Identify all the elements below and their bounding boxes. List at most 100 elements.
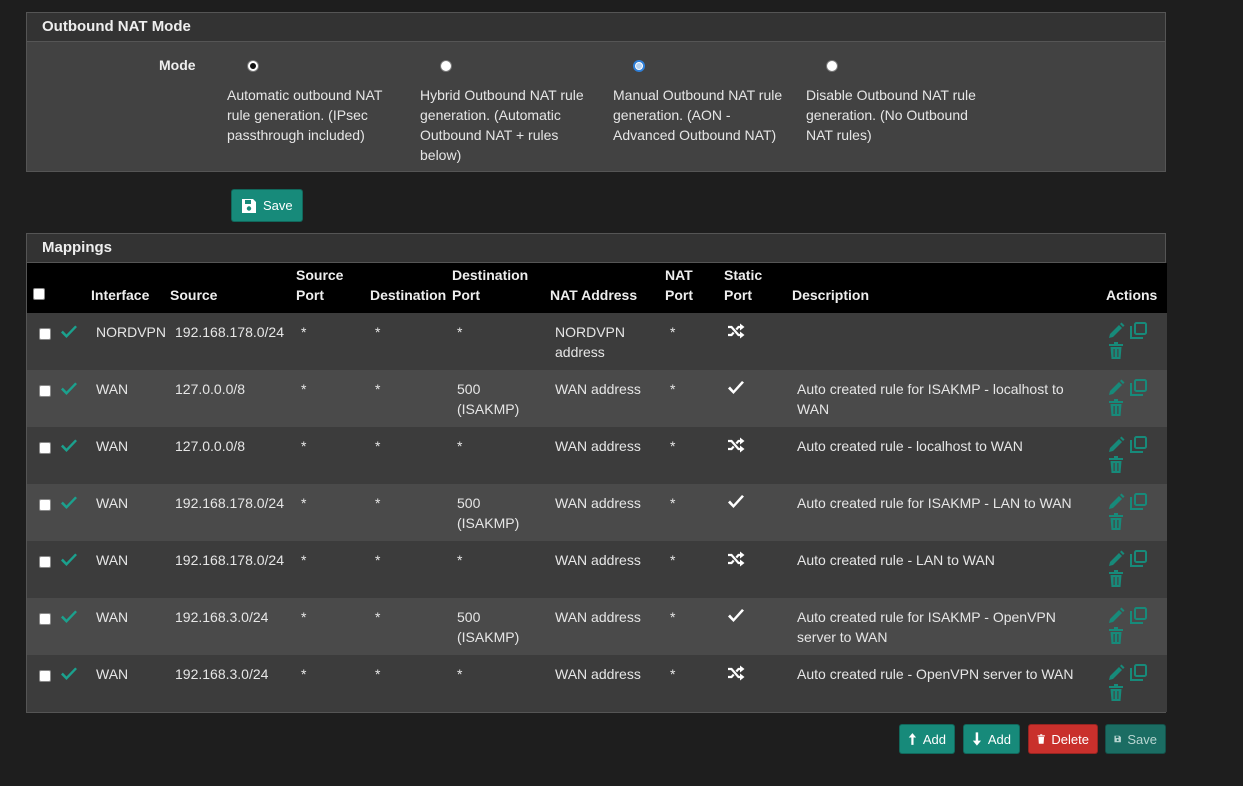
- trash-icon[interactable]: [1106, 455, 1126, 475]
- edit-icon[interactable]: [1106, 549, 1126, 569]
- cell-nat-address: WAN address: [555, 381, 641, 397]
- add-top-label: Add: [922, 731, 946, 747]
- trash-icon[interactable]: [1106, 512, 1126, 532]
- cell-interface: NORDVPN: [96, 324, 167, 340]
- copy-icon[interactable]: [1128, 435, 1148, 455]
- mode-radio[interactable]: [247, 60, 259, 72]
- enabled-check-icon[interactable]: [60, 324, 78, 344]
- edit-icon[interactable]: [1106, 492, 1126, 512]
- enabled-check-icon[interactable]: [60, 381, 78, 401]
- mappings-table: Interface Source Source Port Destination…: [27, 263, 1167, 712]
- table-row[interactable]: NORDVPN 192.168.178.0/24 * * * NORDVPN addres…: [27, 313, 1167, 370]
- outbound-nat-mode-panel: Outbound NAT Mode Mode Automatic outboun…: [26, 12, 1166, 172]
- row-enabled-cell: [56, 484, 87, 541]
- cell-source: 192.168.3.0/24: [175, 666, 269, 682]
- cell-source: 192.168.178.0/24: [175, 495, 284, 511]
- mode-option[interactable]: Manual Outbound NAT rule generation. (AO…: [613, 58, 788, 145]
- table-row[interactable]: WAN 127.0.0.0/8 * * * WAN address * Auto create…: [27, 427, 1167, 484]
- enabled-check-icon[interactable]: [60, 552, 78, 572]
- table-row[interactable]: WAN 192.168.3.0/24 * * 500 (ISAKMP) WAN addre…: [27, 598, 1167, 655]
- delete-label: Delete: [1051, 731, 1089, 747]
- copy-icon[interactable]: [1128, 549, 1148, 569]
- row-checkbox[interactable]: [39, 442, 51, 454]
- mode-radio[interactable]: [440, 60, 452, 72]
- cell-description: Auto created rule - localhost to WAN: [797, 438, 1023, 454]
- cell-actions: [1102, 484, 1167, 541]
- table-row[interactable]: WAN 192.168.178.0/24 * * 500 (ISAKMP) WAN add…: [27, 484, 1167, 541]
- copy-icon[interactable]: [1128, 378, 1148, 398]
- edit-icon[interactable]: [1106, 606, 1126, 626]
- row-checkbox[interactable]: [39, 556, 51, 568]
- table-row[interactable]: WAN 192.168.3.0/24 * * * WAN address * Auto cre…: [27, 655, 1167, 712]
- col-nat-address[interactable]: NAT Address: [546, 263, 661, 313]
- row-select-cell: [27, 655, 56, 712]
- row-enabled-cell: [56, 598, 87, 655]
- mode-radio[interactable]: [633, 60, 645, 72]
- mappings-body: NORDVPN 192.168.178.0/24 * * * NORDVPN addres…: [27, 313, 1167, 712]
- cell-static-port: [720, 541, 788, 598]
- cell-destination: *: [375, 438, 381, 454]
- trash-icon[interactable]: [1106, 569, 1126, 589]
- enabled-check-icon[interactable]: [60, 666, 78, 686]
- trash-icon[interactable]: [1106, 683, 1126, 703]
- select-all-checkbox[interactable]: [33, 288, 45, 300]
- add-rule-top-button[interactable]: Add: [899, 724, 955, 754]
- mode-option[interactable]: Disable Outbound NAT rule generation. (N…: [806, 58, 981, 145]
- cell-destination: *: [375, 552, 381, 568]
- cell-actions: [1102, 313, 1167, 370]
- copy-icon[interactable]: [1128, 606, 1148, 626]
- cell-destination-port: 500 (ISAKMP): [457, 495, 520, 531]
- cell-destination-port: *: [457, 324, 463, 340]
- enabled-check-icon[interactable]: [60, 495, 78, 515]
- cell-actions: [1102, 370, 1167, 427]
- edit-icon[interactable]: [1106, 321, 1126, 341]
- col-static-port[interactable]: Static Port: [720, 263, 788, 313]
- copy-icon[interactable]: [1128, 663, 1148, 683]
- table-row[interactable]: WAN 127.0.0.0/8 * * 500 (ISAKMP) WAN address *…: [27, 370, 1167, 427]
- row-checkbox[interactable]: [39, 670, 51, 682]
- row-checkbox[interactable]: [39, 499, 51, 511]
- cell-nat-port: *: [670, 381, 676, 397]
- mode-option[interactable]: Hybrid Outbound NAT rule generation. (Au…: [420, 58, 595, 165]
- edit-icon[interactable]: [1106, 435, 1126, 455]
- col-source[interactable]: Source: [166, 263, 292, 313]
- add-bottom-label: Add: [987, 731, 1011, 747]
- col-description[interactable]: Description: [788, 263, 1102, 313]
- cell-destination-port: *: [457, 438, 463, 454]
- trash-icon[interactable]: [1106, 626, 1126, 646]
- cell-nat-address: WAN address: [555, 609, 641, 625]
- col-nat-port[interactable]: NAT Port: [661, 263, 720, 313]
- cell-actions: [1102, 598, 1167, 655]
- mode-option[interactable]: Automatic outbound NAT rule generation. …: [227, 58, 402, 145]
- mode-radio[interactable]: [826, 60, 838, 72]
- row-checkbox[interactable]: [39, 385, 51, 397]
- save-button[interactable]: Save: [1105, 724, 1166, 754]
- cell-description: Auto created rule for ISAKMP - localhost…: [797, 381, 1064, 417]
- cell-nat-port: *: [670, 324, 676, 340]
- cell-nat-address: NORDVPN address: [555, 324, 626, 360]
- mode-label: Mode: [159, 57, 196, 73]
- trash-icon[interactable]: [1106, 398, 1126, 418]
- shuffle-icon: [727, 665, 745, 686]
- delete-button[interactable]: Delete: [1028, 724, 1098, 754]
- mode-save-button[interactable]: Save: [231, 189, 303, 222]
- enabled-check-icon[interactable]: [60, 609, 78, 629]
- cell-source-port: *: [301, 324, 307, 340]
- row-checkbox[interactable]: [39, 613, 51, 625]
- row-checkbox[interactable]: [39, 328, 51, 340]
- col-destination[interactable]: Destination: [366, 263, 448, 313]
- add-rule-bottom-button[interactable]: Add: [963, 724, 1020, 754]
- edit-icon[interactable]: [1106, 378, 1126, 398]
- shuffle-icon: [727, 323, 745, 344]
- col-destination-port[interactable]: Destination Port: [448, 263, 546, 313]
- cell-source-port: *: [301, 438, 307, 454]
- copy-icon[interactable]: [1128, 321, 1148, 341]
- edit-icon[interactable]: [1106, 663, 1126, 683]
- copy-icon[interactable]: [1128, 492, 1148, 512]
- enabled-check-icon[interactable]: [60, 438, 78, 458]
- trash-icon[interactable]: [1106, 341, 1126, 361]
- col-interface[interactable]: Interface: [87, 263, 166, 313]
- col-source-port[interactable]: Source Port: [292, 263, 366, 313]
- table-row[interactable]: WAN 192.168.178.0/24 * * * WAN address * Auto c…: [27, 541, 1167, 598]
- cell-static-port: [720, 598, 788, 655]
